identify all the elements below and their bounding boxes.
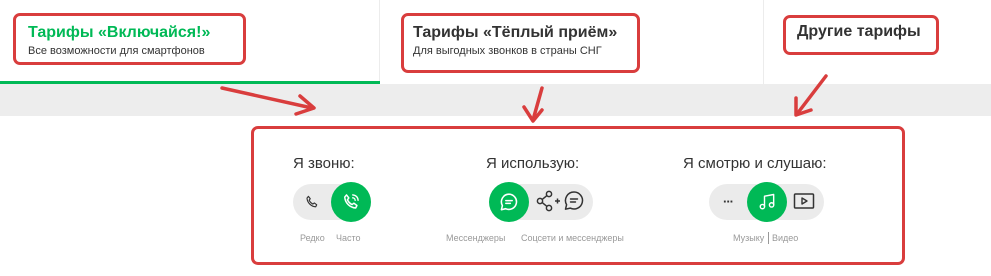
annotation-box-tab3 [783, 15, 939, 55]
annotation-box-tab2 [401, 13, 640, 73]
annotation-box-options [251, 126, 905, 265]
divider-band [0, 84, 991, 116]
annotation-box-tab1 [13, 13, 246, 65]
